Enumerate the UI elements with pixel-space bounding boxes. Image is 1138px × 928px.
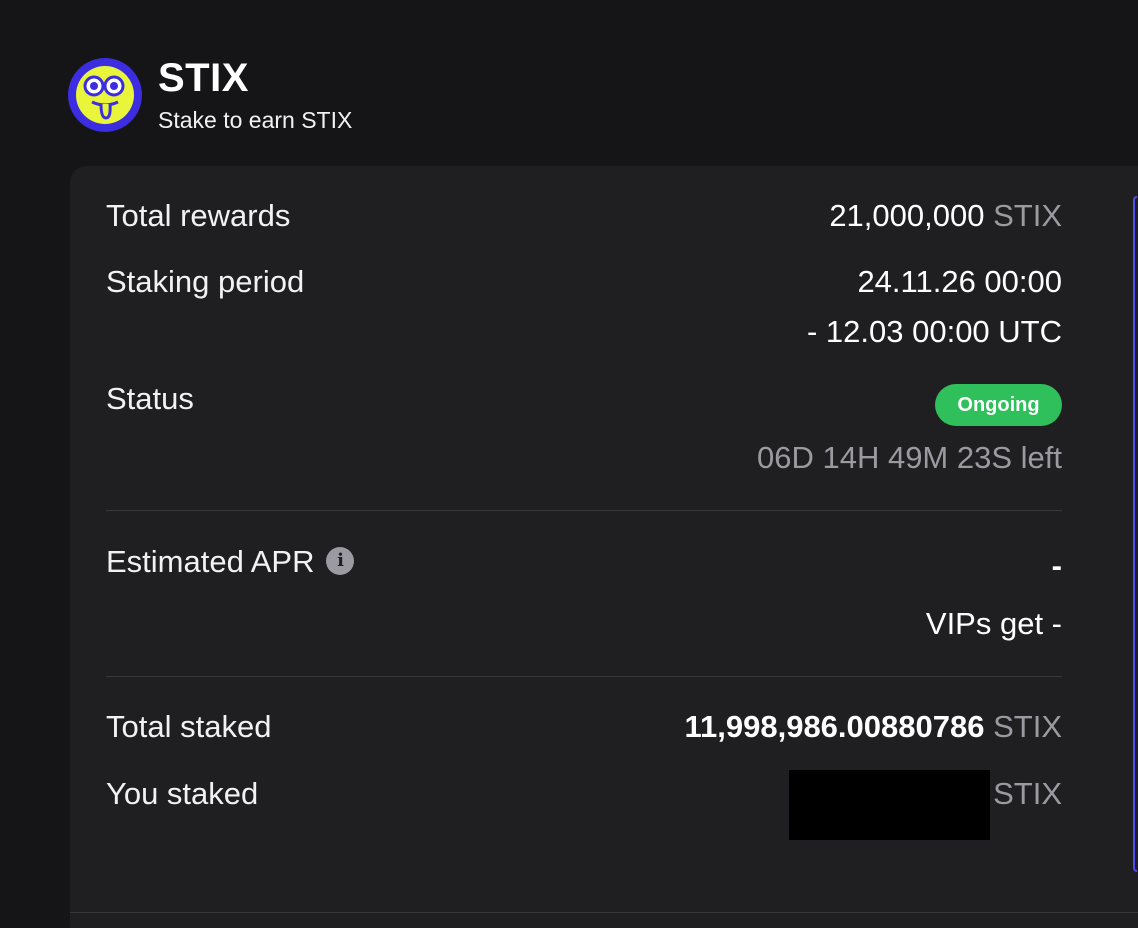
pool-title: STIX — [158, 56, 249, 100]
total-staked-label: Total staked — [106, 709, 272, 744]
redacted-amount — [789, 770, 990, 840]
staking-page: STIX Stake to earn STIX Total rewards 21… — [0, 0, 1138, 928]
status-badge: Ongoing — [935, 384, 1062, 426]
you-staked-label: You staked — [106, 776, 259, 811]
vip-apr-text: VIPs get - — [925, 606, 1062, 641]
staking-period-start: 24.11.26 00:00 — [857, 264, 1062, 299]
divider — [106, 510, 1062, 511]
estimated-apr-value: - — [1051, 548, 1062, 583]
total-staked-amount: 11,998,986.00880786 — [684, 709, 985, 744]
divider — [106, 676, 1062, 677]
estimated-apr-label: Estimated APR i — [106, 544, 355, 580]
staking-period-end: - 12.03 00:00 UTC — [806, 314, 1062, 349]
you-staked-unit: STIX — [993, 776, 1062, 811]
staking-period-label: Staking period — [106, 264, 305, 299]
stix-mascot-icon — [68, 58, 142, 132]
adjacent-panel-edge — [1133, 196, 1137, 872]
status-label: Status — [106, 381, 194, 416]
pool-header: STIX Stake to earn STIX — [68, 56, 352, 134]
info-icon[interactable]: i — [326, 546, 355, 575]
divider — [70, 912, 1138, 913]
total-staked-value: 11,998,986.00880786 STIX — [684, 709, 1062, 745]
estimated-apr-text: Estimated APR — [106, 544, 315, 579]
total-staked-unit: STIX — [993, 709, 1062, 744]
total-rewards-value: 21,000,000 STIX — [829, 198, 1062, 234]
total-rewards-amount: 21,000,000 — [829, 198, 985, 233]
total-rewards-label: Total rewards — [106, 198, 291, 233]
time-left: 06D 14H 49M 23S left — [756, 440, 1062, 475]
pool-subtitle: Stake to earn STIX — [158, 107, 353, 133]
total-rewards-unit: STIX — [993, 198, 1062, 233]
